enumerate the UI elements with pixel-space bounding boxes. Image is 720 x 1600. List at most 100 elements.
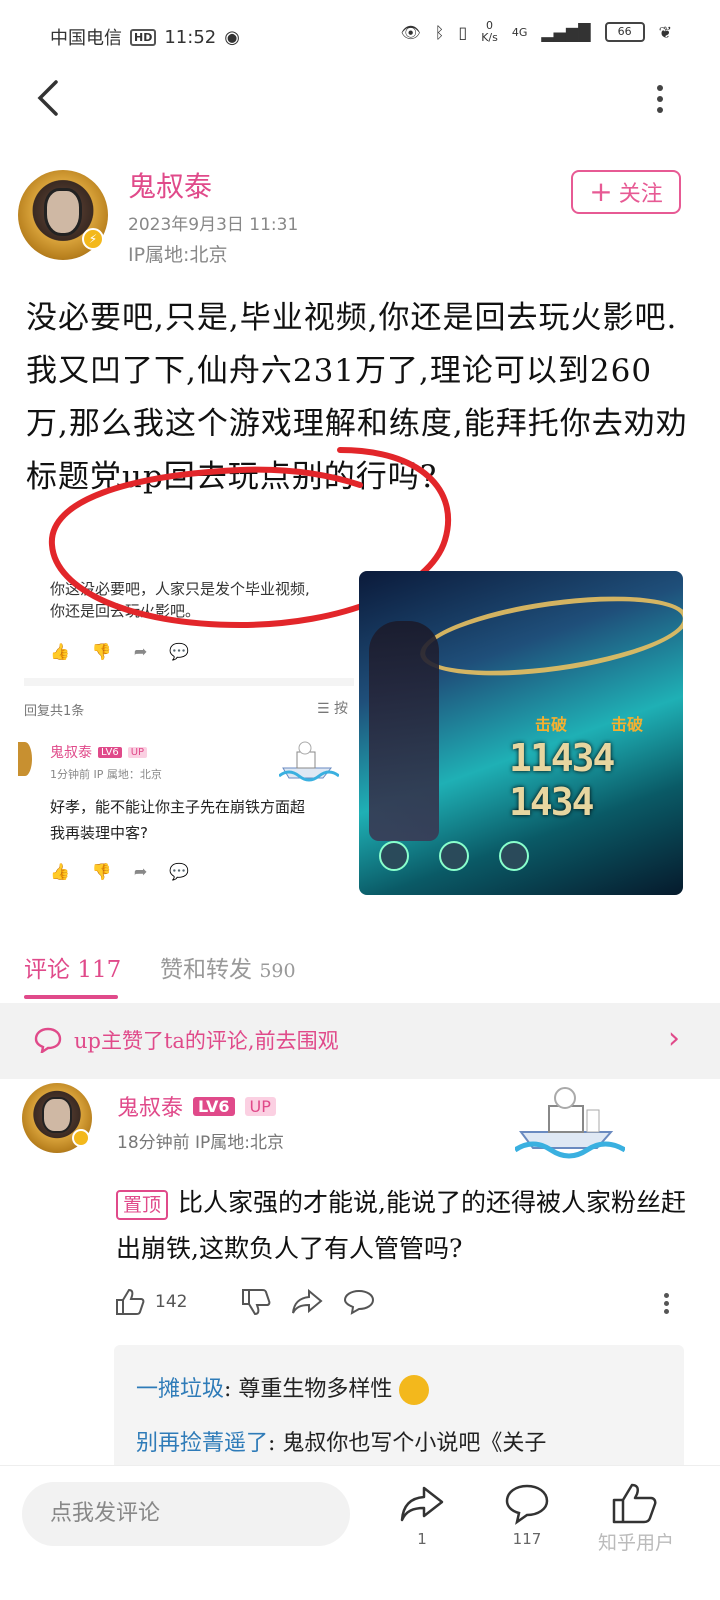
reply-text: : 尊重生物多样性	[224, 1377, 393, 1402]
level-badge: LV6	[98, 746, 122, 758]
avatar-face	[44, 188, 82, 236]
comment-icon[interactable]	[343, 1288, 375, 1316]
post-date: 2023年9月3日 11:31	[128, 215, 299, 235]
tab-comments-count: 117	[77, 957, 122, 983]
break-label: 击破	[535, 715, 568, 734]
share-count: 1	[417, 1530, 427, 1548]
avatar-face	[42, 1097, 72, 1133]
tab-likes-label: 赞和转发	[160, 957, 252, 983]
laughing-emoji-icon	[399, 1375, 430, 1405]
like-count: 142	[155, 1292, 188, 1312]
tab-comments[interactable]: 评论 117	[24, 950, 121, 984]
tab-comments-label: 评论	[24, 957, 70, 983]
comment-author-row: 鬼叔泰 LV6 UP	[117, 1090, 276, 1122]
embedded-reply-text: 好孝，能不能让你主子先在崩铁方面超 我再装理中客?	[50, 794, 350, 846]
embedded-reply-name: 鬼叔泰	[50, 745, 92, 761]
divider	[24, 678, 354, 686]
tab-active-indicator	[24, 995, 118, 999]
reply-item: 一摊垃圾: 尊重生物多样性	[136, 1375, 676, 1405]
hd-icon: HD	[130, 28, 157, 46]
reply-user[interactable]: 一摊垃圾	[136, 1377, 224, 1402]
comment-author-name[interactable]: 鬼叔泰	[117, 1090, 183, 1122]
level-badge: LV6	[193, 1096, 235, 1116]
up-badge: UP	[127, 746, 148, 758]
comment-avatar[interactable]	[22, 1083, 92, 1153]
tab-likes-count: 590	[259, 960, 296, 982]
damage-number: 11434 1434	[509, 736, 615, 824]
thumb-up-icon: 👍	[50, 862, 70, 881]
share-icon[interactable]	[398, 1480, 446, 1528]
game-halo	[415, 582, 683, 690]
clock: 11:52	[164, 26, 217, 48]
tab-likes-reposts[interactable]: 赞和转发 590	[160, 950, 296, 984]
embedded-reply-line: 好孝，能不能让你主子先在崩铁方面超	[50, 798, 306, 816]
author-name[interactable]: 鬼叔泰	[128, 165, 212, 205]
speed: 0 K/s	[481, 20, 498, 44]
share-icon[interactable]	[291, 1288, 324, 1316]
comment-body: 比人家强的才能说,能说了的还得被人家粉丝赶出崩铁,这欺负人了有人管管吗?	[116, 1188, 686, 1263]
embedded-actions: 👍 👎 ➦ 💬	[50, 642, 189, 661]
follow-label: 关注	[618, 182, 663, 207]
up-liked-banner[interactable]: up主赞了ta的评论,前去围观 ›	[0, 1003, 720, 1079]
pinned-badge: 置顶	[116, 1189, 169, 1220]
verified-badge-icon	[72, 1129, 90, 1147]
boat-sticker-icon	[515, 1080, 625, 1160]
carrier: 中国电信	[50, 28, 122, 49]
back-icon[interactable]	[28, 76, 72, 120]
status-bar: 中国电信 HD 11:52 ◉ 👁 ᛒ ▯ 0 K/s 4G ▂▄▆█ 66 ❦	[0, 0, 720, 70]
comment-meta: 18分钟前 IP属地:北京	[117, 1133, 285, 1153]
author-avatar[interactable]: ⚡	[18, 170, 108, 260]
comment-text: 置顶 比人家强的才能说,能说了的还得被人家粉丝赶出崩铁,这欺负人了有人管管吗?	[116, 1180, 686, 1272]
banner-content: up主赞了ta的评论,前去围观	[34, 1025, 339, 1055]
reply-user[interactable]: 别再捡菁遥了	[136, 1431, 268, 1456]
comment-count: 117	[512, 1530, 542, 1548]
reply-item: 别再捡菁遥了: 鬼叔你也写个小说吧《关子	[136, 1429, 676, 1459]
bluetooth-icon: ᛒ	[434, 22, 445, 42]
signal-icon: ▂▄▆█	[541, 22, 591, 42]
reply-avatar	[18, 742, 32, 776]
banner-text: up主赞了ta的评论,前去围观	[74, 1029, 339, 1053]
battery-icon: 66	[604, 22, 645, 42]
comment-icon: 💬	[169, 862, 190, 881]
embedded-reply-line: 我再装理中客?	[50, 824, 148, 842]
share-icon: ➦	[133, 862, 148, 881]
verified-badge-icon: ⚡	[82, 228, 104, 250]
share-icon: ➦	[133, 642, 148, 661]
thumb-up-icon	[116, 1288, 145, 1315]
sort-label: ☰ 按	[316, 701, 348, 717]
comment-actions: 142	[115, 1288, 375, 1316]
comment-input[interactable]: 点我发评论	[22, 1482, 350, 1546]
like-icon[interactable]	[610, 1480, 658, 1528]
embedded-reply-actions: 👍 👎 ➦ 💬	[50, 862, 189, 881]
up-badge: UP	[244, 1096, 276, 1116]
boat-sticker-icon	[279, 738, 339, 782]
watermark: 知乎用户	[598, 1532, 675, 1554]
embedded-reply-name-row: 鬼叔泰 LV6 UP	[50, 742, 148, 762]
post-line: 没必要吧,只是,毕业视频,你还是回去玩火影吧.	[26, 300, 678, 336]
vibrate-icon: ▯	[458, 22, 468, 42]
game-character	[369, 621, 439, 841]
status-right: 👁 ᛒ ▯ 0 K/s 4G ▂▄▆█ 66 ❦	[400, 20, 672, 44]
reply-preview[interactable]: 一摊垃圾: 尊重生物多样性 别再捡菁遥了: 鬼叔你也写个小说吧《关子	[114, 1345, 684, 1470]
eye-icon: 👁	[400, 22, 421, 42]
more-options-icon[interactable]	[650, 80, 670, 120]
speed-unit: K/s	[481, 31, 498, 44]
follow-button[interactable]: + 关注	[571, 170, 681, 214]
network-label: 4G	[511, 25, 528, 39]
plus-icon: +	[589, 175, 613, 208]
like-button[interactable]: 142	[115, 1288, 187, 1316]
thumb-down-icon: 👎	[91, 862, 112, 881]
comment-icon: 💬	[169, 642, 190, 661]
leaf-icon: ❦	[658, 22, 672, 42]
comment-icon[interactable]	[503, 1480, 551, 1528]
post-ip: IP属地:北京	[128, 244, 228, 266]
thumb-down-icon[interactable]	[241, 1288, 271, 1316]
sound-wave-icon: ◉	[224, 26, 240, 48]
game-hud	[379, 841, 579, 881]
embedded-reply-meta: 1分钟前 IP 属地：北京	[50, 768, 162, 781]
game-screenshot-image[interactable]: 击破 击破 11434 1434	[359, 571, 683, 895]
comment-more-icon[interactable]	[662, 1290, 670, 1320]
speech-bubble-icon	[34, 1027, 62, 1053]
reply-text: : 鬼叔你也写个小说吧《关子	[268, 1431, 547, 1456]
break-label: 击破	[611, 715, 644, 734]
